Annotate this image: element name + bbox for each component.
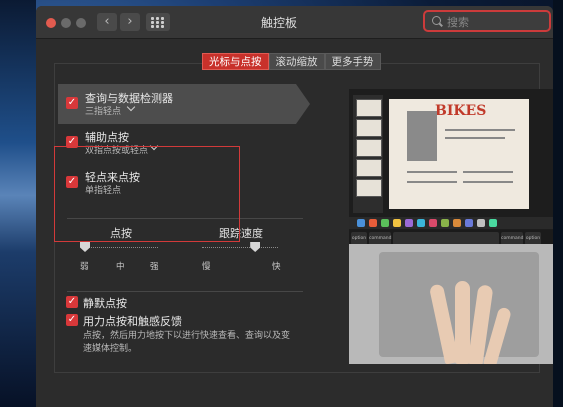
window-title: 触控板 (261, 16, 298, 30)
system-preferences-window: ‹ › 触控板 光标与点按 滚动缩放 更多手势 ✓ 查询与数据检测器 三指轻点 … (36, 6, 553, 407)
tab-more-gestures[interactable]: 更多手势 (324, 53, 381, 70)
preview-slide-thumb (356, 159, 382, 177)
force-click-label: 用力点按和触感反馈 (83, 315, 182, 328)
selection-pointer (296, 84, 310, 124)
click-tick-medium: 中 (116, 262, 125, 272)
click-slider-track[interactable] (82, 247, 158, 249)
silent-click-label: 静默点按 (83, 297, 127, 310)
close-window-button[interactable] (46, 18, 56, 28)
force-click-checkbox[interactable]: ✓ (66, 314, 78, 326)
tab-point-and-click[interactable]: 光标与点按 (202, 53, 269, 70)
desktop-background (0, 0, 36, 407)
preview-slide-thumb (356, 179, 382, 197)
lookup-gesture-dropdown[interactable]: 三指轻点 (85, 104, 121, 117)
preview-slide-thumb (356, 139, 382, 157)
preview-text-line (463, 171, 513, 173)
silent-click-checkbox[interactable]: ✓ (66, 296, 78, 308)
preview-text-line (407, 181, 457, 183)
search-field[interactable] (423, 10, 551, 32)
preview-slide-list (353, 95, 383, 213)
preview-text-line (445, 137, 505, 139)
force-click-description-line2: 速媒体控制。 (83, 344, 138, 354)
show-all-grid-icon[interactable] (146, 13, 170, 31)
gesture-preview-video: BIKES option command command option (349, 89, 553, 364)
tracking-slider-track[interactable] (202, 247, 278, 249)
preview-slide-thumb (356, 99, 382, 117)
back-button[interactable]: ‹ (97, 13, 117, 31)
zoom-window-button[interactable] (76, 18, 86, 28)
force-click-description-line1: 点按，然后用力地按下以进行快速查看、查询以及变 (83, 331, 291, 341)
titlebar: ‹ › 触控板 (36, 6, 553, 39)
preview-text-line (463, 181, 513, 183)
preview-bike-image (407, 111, 437, 161)
forward-button[interactable]: › (120, 13, 140, 31)
preview-dock (349, 217, 553, 229)
preview-text-line (445, 129, 515, 131)
divider (67, 291, 303, 292)
search-icon (432, 16, 441, 25)
preview-doc-heading: BIKES (435, 103, 487, 119)
tracking-max-label: 快 (272, 262, 281, 272)
preview-finger (455, 281, 470, 364)
click-tick-firm: 强 (150, 262, 159, 272)
lookup-checkbox[interactable]: ✓ (66, 97, 78, 109)
search-input[interactable] (445, 13, 549, 31)
tracking-min-label: 慢 (202, 262, 211, 272)
tab-scroll-and-zoom[interactable]: 滚动缩放 (268, 53, 325, 70)
minimize-window-button[interactable] (61, 18, 71, 28)
preview-slide-thumb (356, 119, 382, 137)
tab-bar: 光标与点按 滚动缩放 更多手势 (202, 53, 381, 70)
desktop-background-right (553, 0, 563, 407)
preview-document: BIKES (389, 99, 529, 209)
annotation-highlight-box (54, 146, 240, 242)
preview-text-line (407, 171, 457, 173)
click-tick-weak: 弱 (80, 262, 89, 272)
